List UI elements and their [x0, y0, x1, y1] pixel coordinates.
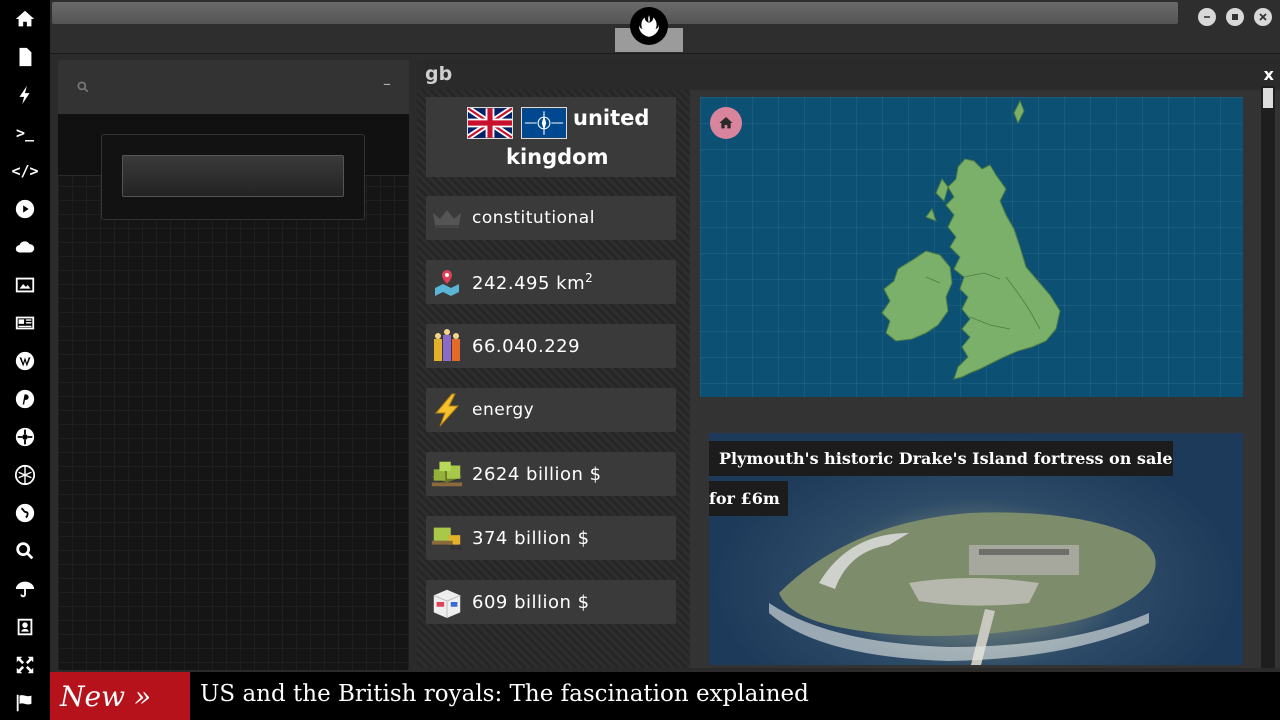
population-icon [430, 329, 464, 362]
pinterest-icon[interactable] [9, 383, 41, 415]
newspaper-icon[interactable] [9, 307, 41, 339]
umbrella-icon[interactable] [9, 573, 41, 605]
search-panel: – [58, 60, 409, 670]
energy-value: energy [472, 400, 535, 420]
exports-value: 374 billion $ [472, 527, 590, 549]
gdp-card: 2624 billion $ [426, 452, 676, 496]
country-code-title: gb [425, 63, 453, 85]
flags-group [467, 107, 567, 139]
close-panel-button[interactable]: x [1264, 65, 1274, 84]
minimize-window-button[interactable] [1198, 8, 1216, 26]
boxes-icon [430, 586, 464, 619]
search-input[interactable] [122, 155, 344, 197]
uk-ireland-map-shape [881, 99, 1061, 380]
area-card: 242.495 km2 [426, 260, 676, 304]
search-icon[interactable] [76, 80, 90, 94]
government-value: constitutional [472, 208, 595, 228]
scrollbar-thumb[interactable] [1263, 88, 1273, 108]
uk-flag [467, 107, 513, 139]
app-root: >_ </> – gb x united kingdom constitutio… [0, 0, 1280, 720]
home-icon[interactable] [9, 3, 41, 35]
top-bar [50, 0, 1280, 54]
search-box [101, 134, 365, 220]
country-media-column: Plymouth's historic Drake's Island fortr… [690, 90, 1280, 668]
population-value: 66.040.229 [472, 335, 581, 357]
country-map[interactable] [700, 97, 1243, 397]
news-headline-line2[interactable]: for £6m [709, 481, 788, 516]
country-name-line2: kingdom [506, 145, 609, 169]
lightning-icon [430, 393, 464, 427]
search-icon[interactable] [9, 535, 41, 567]
icon-sidebar: >_ </> [0, 0, 50, 720]
contacts-icon[interactable] [9, 611, 41, 643]
home-icon [719, 117, 733, 129]
country-name-line1: united [573, 106, 650, 130]
energy-card: energy [426, 388, 676, 432]
image-icon[interactable] [9, 269, 41, 301]
ticker-new-badge[interactable]: New » [50, 672, 190, 720]
ticker-headline[interactable]: US and the British royals: The fascinati… [200, 681, 809, 707]
settings-wheel-icon[interactable] [9, 421, 41, 453]
map-home-button[interactable] [710, 107, 742, 139]
country-name-card: united kingdom [426, 97, 676, 177]
news-card[interactable]: Plymouth's historic Drake's Island fortr… [709, 433, 1243, 665]
search-panel-header: – [58, 60, 409, 114]
minimize-panel-button[interactable]: – [383, 74, 391, 93]
imports-value: 609 billion $ [472, 591, 590, 613]
exports-card: 374 billion $ [426, 516, 676, 560]
rebel-alliance-icon[interactable] [630, 7, 668, 45]
expand-icon[interactable] [9, 649, 41, 681]
crown-icon [430, 202, 464, 234]
top-search-bar[interactable] [52, 2, 1178, 24]
imports-card: 609 billion $ [426, 580, 676, 624]
cloud-icon[interactable] [9, 231, 41, 263]
population-card: 66.040.229 [426, 324, 676, 368]
panel-scrollbar[interactable] [1261, 86, 1275, 668]
wordpress-icon[interactable] [9, 345, 41, 377]
flag-icon[interactable] [9, 687, 41, 719]
globe-icon[interactable] [9, 497, 41, 529]
news-headline-line1[interactable]: Plymouth's historic Drake's Island fortr… [709, 441, 1173, 476]
news-ticker: New » US and the British royals: The fas… [50, 672, 1280, 720]
play-icon[interactable] [9, 193, 41, 225]
gdp-value: 2624 billion $ [472, 463, 602, 485]
map-pin-icon [430, 266, 464, 298]
area-value: 242.495 km2 [472, 270, 594, 294]
code-icon[interactable]: </> [9, 155, 41, 187]
close-window-button[interactable] [1254, 8, 1272, 26]
nato-flag [521, 107, 567, 139]
network-icon[interactable] [9, 459, 41, 491]
maximize-window-button[interactable] [1226, 8, 1244, 26]
bolt-icon[interactable] [9, 79, 41, 111]
money-stack-icon [430, 458, 464, 490]
country-panel: gb x united kingdom constitutional 242.4… [417, 60, 1280, 670]
government-card: constitutional [426, 196, 676, 240]
forklift-icon [430, 522, 464, 554]
country-stats-column: united kingdom constitutional 242.495 km… [417, 90, 690, 668]
terminal-icon[interactable]: >_ [9, 117, 41, 149]
document-icon[interactable] [9, 41, 41, 73]
